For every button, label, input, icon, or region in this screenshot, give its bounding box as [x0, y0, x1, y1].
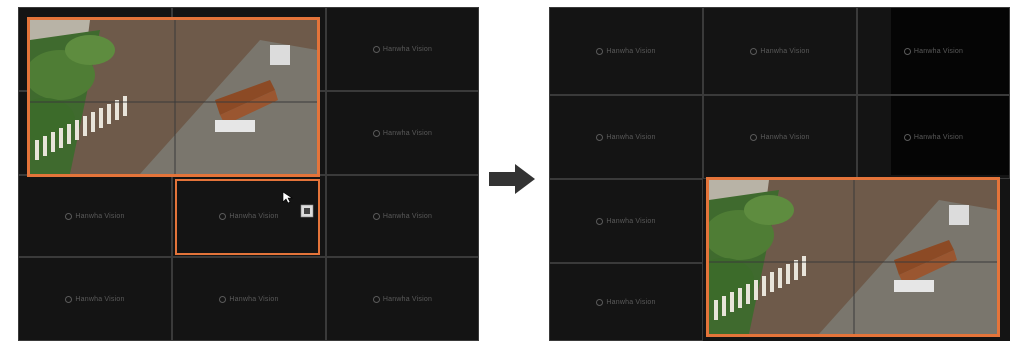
move-icon: [300, 204, 314, 218]
camera-video-tile[interactable]: [27, 17, 320, 177]
watermark-text: Hanwha Vision: [606, 217, 656, 225]
grid-cell[interactable]: Hanwha Vision: [549, 263, 703, 341]
grid-cell[interactable]: Hanwha Vision: [18, 175, 172, 257]
hanwha-logo-icon: [750, 47, 758, 55]
watermark: Hanwha Vision: [596, 47, 656, 55]
camera-video-tile[interactable]: [706, 177, 1000, 337]
grid-cell[interactable]: Hanwha Vision: [703, 95, 857, 179]
grid-cell[interactable]: Hanwha Vision: [326, 257, 479, 341]
hanwha-logo-icon: [372, 45, 380, 53]
watermark: Hanwha Vision: [596, 217, 656, 225]
hanwha-logo-icon: [372, 212, 380, 220]
layout-before-panel: Hanwha Vision Hanwha Vision Hanwha Visio…: [18, 7, 479, 341]
park-scene-image: [709, 180, 997, 334]
watermark-text: Hanwha Vision: [606, 298, 656, 306]
watermark: Hanwha Vision: [372, 295, 433, 303]
watermark-text: Hanwha Vision: [760, 133, 810, 141]
grid-cell[interactable]: Hanwha Vision: [857, 95, 1010, 179]
hanwha-logo-icon: [596, 217, 604, 225]
hanwha-logo-icon: [65, 212, 73, 220]
watermark-text: Hanwha Vision: [606, 133, 656, 141]
watermark: Hanwha Vision: [65, 212, 125, 220]
watermark-text: Hanwha Vision: [229, 295, 279, 303]
hanwha-logo-icon: [219, 295, 227, 303]
hanwha-logo-icon: [596, 298, 604, 306]
watermark-text: Hanwha Vision: [382, 295, 433, 303]
hanwha-logo-icon: [903, 47, 911, 55]
layout-after-panel: Hanwha Vision Hanwha Vision Hanwha Visio…: [549, 7, 1010, 341]
watermark: Hanwha Vision: [596, 298, 656, 306]
drop-target-cell[interactable]: [175, 179, 320, 255]
cursor-icon: [282, 191, 293, 204]
hanwha-logo-icon: [372, 129, 380, 137]
watermark: Hanwha Vision: [750, 133, 810, 141]
hanwha-logo-icon: [372, 295, 380, 303]
grid-cell[interactable]: Hanwha Vision: [326, 175, 479, 257]
watermark-text: Hanwha Vision: [913, 133, 964, 141]
hanwha-logo-icon: [750, 133, 758, 141]
grid-cell[interactable]: Hanwha Vision: [549, 7, 703, 95]
grid-cell[interactable]: Hanwha Vision: [18, 257, 172, 341]
watermark: Hanwha Vision: [372, 212, 433, 220]
grid-cell[interactable]: Hanwha Vision: [326, 7, 479, 91]
hanwha-logo-icon: [596, 47, 604, 55]
watermark: Hanwha Vision: [65, 295, 125, 303]
watermark: Hanwha Vision: [903, 133, 964, 141]
watermark: Hanwha Vision: [372, 45, 433, 53]
grid-cell[interactable]: Hanwha Vision: [326, 91, 479, 175]
grid-cell[interactable]: Hanwha Vision: [549, 179, 703, 263]
watermark: Hanwha Vision: [219, 295, 279, 303]
grid-cell[interactable]: Hanwha Vision: [703, 7, 857, 95]
watermark-text: Hanwha Vision: [606, 47, 656, 55]
watermark: Hanwha Vision: [596, 133, 656, 141]
hanwha-logo-icon: [65, 295, 73, 303]
grid-cell[interactable]: Hanwha Vision: [857, 7, 1010, 95]
watermark-text: Hanwha Vision: [382, 212, 433, 220]
grid-cell[interactable]: Hanwha Vision: [549, 95, 703, 179]
watermark-text: Hanwha Vision: [913, 47, 964, 55]
watermark-text: Hanwha Vision: [382, 45, 433, 53]
hanwha-logo-icon: [903, 133, 911, 141]
right-arrow-icon: [489, 164, 535, 194]
watermark: Hanwha Vision: [750, 47, 810, 55]
watermark-text: Hanwha Vision: [75, 212, 125, 220]
hanwha-logo-icon: [596, 133, 604, 141]
watermark-text: Hanwha Vision: [760, 47, 810, 55]
watermark: Hanwha Vision: [372, 129, 433, 137]
watermark-text: Hanwha Vision: [382, 129, 433, 137]
park-scene-image: [30, 20, 317, 174]
grid-cell[interactable]: Hanwha Vision: [172, 257, 326, 341]
watermark: Hanwha Vision: [903, 47, 964, 55]
watermark-text: Hanwha Vision: [75, 295, 125, 303]
